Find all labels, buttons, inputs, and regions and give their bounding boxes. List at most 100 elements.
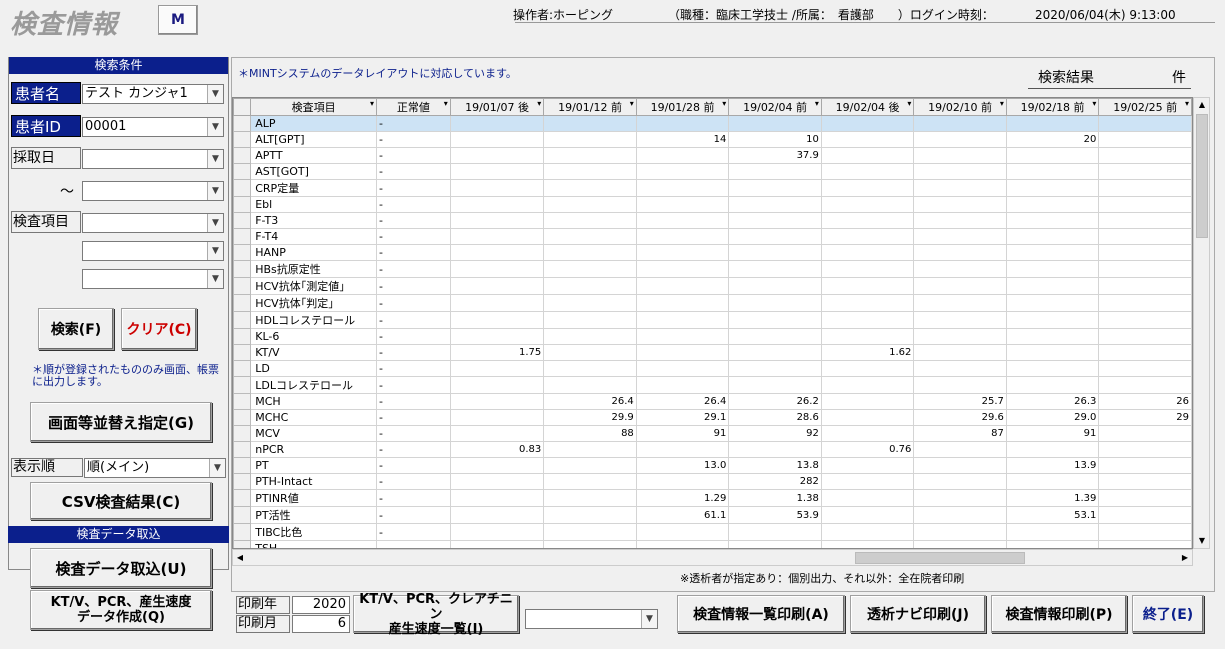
chevron-down-icon[interactable]: ▼ (209, 459, 225, 477)
table-row[interactable]: F-T4- (233, 228, 1192, 245)
exit-button[interactable]: 終了(E) (1132, 595, 1204, 633)
column-header[interactable]: 19/02/25 前 ▾ (1098, 98, 1192, 116)
table-row[interactable]: PT活性 - 61.1 53.9 53.1 (233, 506, 1192, 524)
m-button[interactable]: M (158, 5, 198, 35)
chevron-down-icon[interactable]: ▼ (207, 118, 223, 136)
row-selector[interactable] (233, 360, 252, 377)
column-header[interactable]: 19/01/07 後 ▾ (449, 98, 545, 116)
chevron-down-icon[interactable]: ▼ (641, 610, 657, 628)
table-row[interactable]: KT/V -1.75 1.62 (233, 344, 1192, 361)
row-selector[interactable] (233, 393, 252, 410)
column-header[interactable]: 19/02/10 前 ▾ (913, 98, 1007, 116)
row-selector[interactable] (233, 328, 252, 345)
row-selector[interactable] (233, 409, 252, 426)
scroll-down-icon[interactable]: ▼ (1195, 534, 1209, 548)
column-header[interactable]: 19/02/18 前 ▾ (1005, 98, 1100, 116)
column-header[interactable]: 19/02/04 後 ▾ (820, 98, 915, 116)
column-filter-icon[interactable]: ▾ (1092, 100, 1096, 109)
row-selector[interactable] (233, 376, 252, 394)
row-selector[interactable] (233, 260, 252, 278)
table-row[interactable]: AST[GOT] - (233, 163, 1192, 180)
row-selector[interactable] (233, 115, 252, 132)
table-row[interactable]: MCV -88 91 92 87 91 (233, 425, 1192, 442)
table-row[interactable]: HCV抗体｢測定値｣ - (233, 277, 1192, 295)
csv-result-button[interactable]: CSV検査結果(C) (30, 482, 212, 520)
column-header[interactable]: 19/01/28 前 ▾ (635, 98, 730, 116)
scroll-right-icon[interactable]: ▶ (1178, 551, 1192, 565)
column-filter-icon[interactable]: ▾ (1000, 100, 1004, 109)
table-row[interactable]: MCHC - 29.9 29.1 28.6 29.6 29.0 29 (233, 409, 1192, 426)
create-data-button[interactable]: KT/V、PCR、産生速度 データ作成(Q) (30, 590, 212, 630)
table-row[interactable]: PT - 13.0 13.8 13.9 (233, 457, 1192, 474)
column-filter-icon[interactable]: ▾ (907, 100, 911, 109)
search-button[interactable]: 検索(F) (38, 308, 114, 350)
row-selector[interactable] (233, 457, 252, 474)
import-data-button[interactable]: 検査データ取込(U) (30, 548, 212, 588)
table-row[interactable]: ALT[GPT] - 14 10 20 (233, 131, 1192, 148)
table-row[interactable]: HANP - (233, 244, 1192, 261)
row-selector[interactable] (233, 344, 252, 361)
chevron-down-icon[interactable]: ▼ (207, 85, 223, 103)
table-row[interactable]: HDLコレステロール - (233, 311, 1192, 329)
sample-date-to-combo[interactable]: ▼ (82, 181, 224, 201)
table-row[interactable]: ALP - (233, 115, 1192, 132)
column-header[interactable]: 19/02/04 前 ▾ (728, 98, 822, 116)
table-row[interactable]: TSH - (233, 540, 1192, 548)
table-row[interactable]: MCH -26.4 26.4 26.2 25.7 26.3 26 (233, 393, 1192, 410)
row-selector[interactable] (233, 473, 252, 490)
row-selector[interactable] (233, 506, 252, 524)
column-header[interactable]: 19/01/12 前 ▾ (543, 98, 637, 116)
test-item-combo-1[interactable]: ▼ (82, 213, 224, 233)
row-selector[interactable] (233, 523, 252, 541)
row-selector[interactable] (233, 425, 252, 442)
row-selector[interactable] (233, 311, 252, 329)
row-selector[interactable] (233, 441, 252, 458)
chevron-down-icon[interactable]: ▼ (207, 150, 223, 168)
row-selector[interactable] (233, 163, 252, 180)
table-row[interactable]: CRP定量 - (233, 179, 1192, 197)
horizontal-scroll-thumb[interactable] (855, 552, 1025, 564)
sample-date-from-combo[interactable]: ▼ (82, 149, 224, 169)
results-grid[interactable]: 検査項目 ▾ 正常値 ▾ 19/01/07 後 ▾ 19/01/12 前 ▾ 19/01/28 … (232, 97, 1193, 549)
table-row[interactable]: HCV抗体｢判定｣ - (233, 294, 1192, 312)
chevron-down-icon[interactable]: ▼ (207, 270, 223, 288)
print-target-combo[interactable]: ▼ (525, 609, 658, 629)
table-row[interactable]: F-T3- (233, 212, 1192, 229)
row-selector[interactable] (233, 489, 252, 507)
navi-print-button[interactable]: 透析ナビ印刷(J) (850, 595, 986, 633)
row-selector[interactable] (233, 540, 252, 548)
table-row[interactable]: LDLコレステロール - (233, 376, 1192, 394)
table-row[interactable]: PTINR値 - 1.29 1.38 1.39 (233, 489, 1192, 507)
table-row[interactable]: Ebl - (233, 196, 1192, 213)
info-print-button[interactable]: 検査情報印刷(P) (991, 595, 1127, 633)
column-filter-icon[interactable]: ▾ (630, 100, 634, 109)
chevron-down-icon[interactable]: ▼ (207, 182, 223, 200)
row-selector[interactable] (233, 131, 252, 148)
column-header[interactable]: 検査項目 ▾ (250, 98, 378, 116)
column-filter-icon[interactable]: ▾ (722, 100, 726, 109)
table-row[interactable]: nPCR -0.83 0.76 (233, 441, 1192, 458)
sort-setting-button[interactable]: 画面等並替え指定(G) (30, 402, 212, 442)
row-selector[interactable] (233, 244, 252, 261)
table-row[interactable]: KL-6- (233, 328, 1192, 345)
chevron-down-icon[interactable]: ▼ (207, 242, 223, 260)
ktv-list-button[interactable]: KT/V、PCR、クレアチニン 産生速度一覧(I) (353, 592, 519, 637)
row-selector[interactable] (233, 196, 252, 213)
row-selector[interactable] (233, 179, 252, 197)
patient-id-combo[interactable]: 00001 ▼ (82, 117, 224, 137)
column-filter-icon[interactable]: ▾ (1185, 100, 1189, 109)
print-year-input[interactable]: 2020 (292, 596, 350, 614)
table-row[interactable]: TIBC比色 - (233, 523, 1192, 541)
print-month-input[interactable]: 6 (292, 615, 350, 633)
column-filter-icon[interactable]: ▾ (815, 100, 819, 109)
test-item-combo-3[interactable]: ▼ (82, 269, 224, 289)
scroll-left-icon[interactable]: ◀ (233, 551, 247, 565)
column-filter-icon[interactable]: ▾ (370, 100, 374, 109)
row-selector[interactable] (233, 277, 252, 295)
row-selector[interactable] (233, 212, 252, 229)
row-selector[interactable] (233, 147, 252, 164)
row-selector[interactable] (233, 294, 252, 312)
horizontal-scrollbar[interactable]: ◀ ▶ (232, 549, 1193, 566)
display-order-combo[interactable]: 順(メイン) ▼ (84, 458, 226, 478)
test-item-combo-2[interactable]: ▼ (82, 241, 224, 261)
